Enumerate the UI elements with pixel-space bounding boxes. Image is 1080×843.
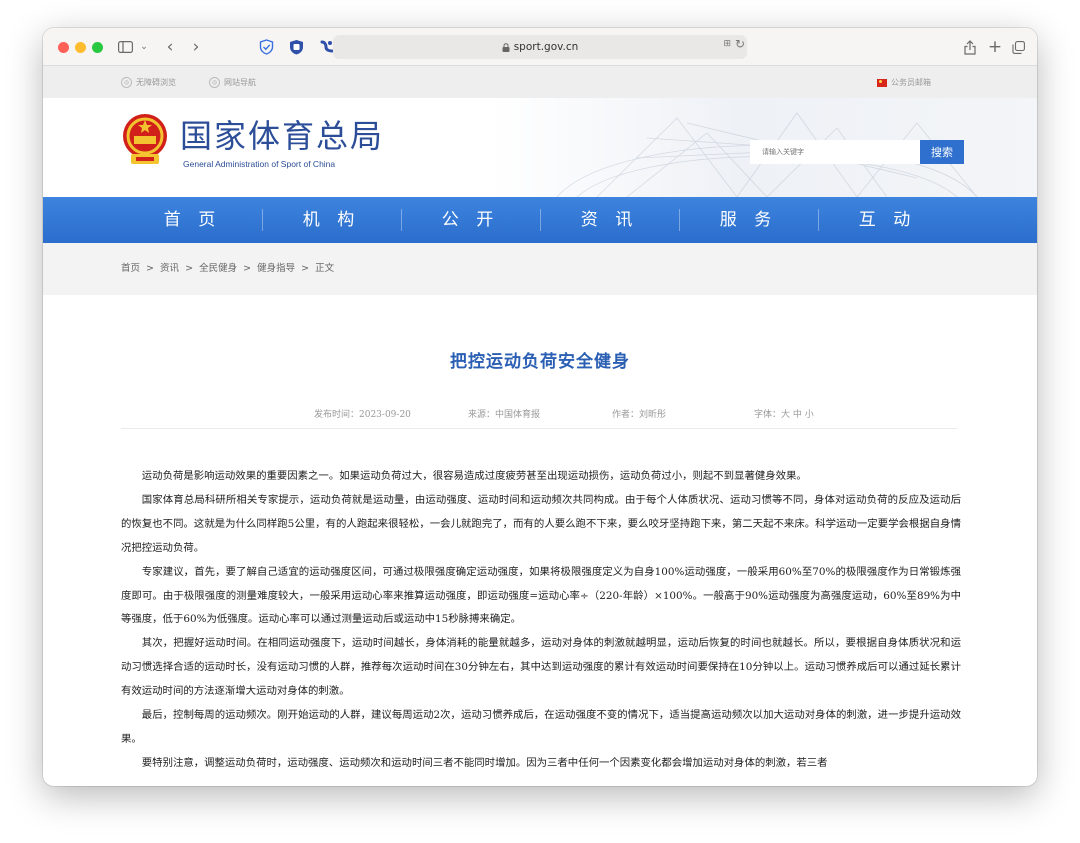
chevron-down-icon[interactable]: ⌄ (139, 37, 149, 57)
search-input[interactable] (750, 140, 920, 164)
site-nav-icon: ◎ (209, 77, 220, 88)
tab-overview-icon[interactable] (1011, 37, 1025, 57)
lock-icon (502, 42, 510, 52)
article-paragraph: 其次，把握好运动时间。在相同运动强度下，运动时间越长，身体消耗的能量就越多，运动… (121, 637, 961, 698)
article-title: 把控运动负荷安全健身 (450, 352, 630, 372)
article-source: 来源：中国体育报 (468, 410, 541, 420)
back-button[interactable]: ‹ (163, 37, 177, 57)
minimize-window-button[interactable] (75, 42, 86, 53)
sidebar-icon[interactable] (117, 37, 133, 57)
breadcrumb-text[interactable]: 首页 > 资讯 > 全民健身 > 健身指导 > 正文 (121, 263, 334, 274)
divider (121, 428, 957, 429)
article-meta: 发布时间：2023-09-20 来源：中国体育报 作者：刘昕彤 字体：大 中 小 (43, 407, 1037, 423)
url-text: sport.gov.cn (513, 41, 579, 53)
article-paragraph: 最后，控制每周的运动频次。刚开始运动的人群，建议每周运动2次，运动习惯养成后，在… (121, 709, 961, 745)
accessible-browse-link[interactable]: ◎ 无障碍浏览 (121, 77, 176, 88)
civil-servant-mail-link[interactable]: 公务员邮箱 (877, 77, 931, 88)
national-emblem-icon (123, 114, 167, 164)
article-paragraph: 专家建议，首先，要了解自己适宜的运动强度区间，可通过极限强度确定运动强度，如果将… (121, 565, 961, 626)
article-paragraph: 要特别注意，调整运动负荷时，运动强度、运动频次和运动时间三者不能同时增加。因为三… (141, 756, 828, 769)
site-nav-link[interactable]: ◎ 网站导航 (209, 77, 256, 88)
nav-institutions[interactable]: 机 构 (262, 197, 401, 243)
nav-services[interactable]: 服 务 (679, 197, 818, 243)
flag-icon (877, 78, 887, 87)
accessibility-icon: ◎ (121, 77, 132, 88)
site-title-en: General Administration of Sport of China (183, 159, 336, 169)
breadcrumb: 首页 > 资讯 > 全民健身 > 健身指导 > 正文 (43, 243, 1037, 295)
article-body: 运动负荷是影响运动效果的重要因素之一。如果运动负荷过大，很容易造成过度疲劳甚至出… (121, 465, 961, 776)
article-paragraph: 国家体育总局科研所相关专家提示，运动负荷就是运动量，由运动强度、运动时间和运动频… (121, 493, 961, 554)
new-tab-icon[interactable]: + (988, 37, 1002, 57)
site-header: 国家体育总局 General Administration of Sport o… (43, 98, 1037, 197)
publish-date: 发布时间：2023-09-20 (314, 410, 411, 420)
mail-label: 公务员邮箱 (891, 78, 931, 87)
nav-home[interactable]: 首 页 (123, 197, 262, 243)
share-icon[interactable] (963, 37, 977, 57)
nav-public-info[interactable]: 公 开 (401, 197, 540, 243)
font-size-switcher[interactable]: 字体：大 中 小 (754, 407, 814, 420)
nav-interaction[interactable]: 互 动 (818, 197, 957, 243)
zoom-window-button[interactable] (92, 42, 103, 53)
browser-toolbar: ⌄ ‹ › sport.gov.cn ⊞ ↻ + (43, 28, 1037, 66)
forward-button[interactable]: › (189, 37, 203, 57)
article-author: 作者：刘昕彤 (612, 410, 667, 420)
reload-icon[interactable]: ↻ (735, 37, 745, 51)
nav-news[interactable]: 资 讯 (540, 197, 679, 243)
shield-icon[interactable] (257, 37, 275, 57)
close-window-button[interactable] (58, 42, 69, 53)
browser-window: ⌄ ‹ › sport.gov.cn ⊞ ↻ + ◎ 无障碍浏览 ◎ 网站导航 … (43, 28, 1037, 786)
site-title-cn[interactable]: 国家体育总局 (180, 118, 384, 154)
search-button[interactable]: 搜索 (920, 140, 964, 164)
article-paragraph: 运动负荷是影响运动效果的重要因素之一。如果运动负荷过大，很容易造成过度疲劳甚至出… (141, 470, 807, 482)
translate-icon[interactable]: ⊞ (723, 39, 731, 49)
article: 把控运动负荷安全健身 发布时间：2023-09-20 来源：中国体育报 作者：刘… (43, 295, 1037, 786)
main-nav: 首 页 机 构 公 开 资 讯 服 务 互 动 (43, 197, 1037, 243)
accessible-browse-label: 无障碍浏览 (136, 78, 176, 87)
ublock-extension-icon[interactable] (287, 37, 305, 57)
address-bar[interactable]: sport.gov.cn (333, 35, 747, 59)
utility-bar: ◎ 无障碍浏览 ◎ 网站导航 公务员邮箱 (43, 66, 1037, 98)
site-nav-label: 网站导航 (224, 78, 256, 87)
